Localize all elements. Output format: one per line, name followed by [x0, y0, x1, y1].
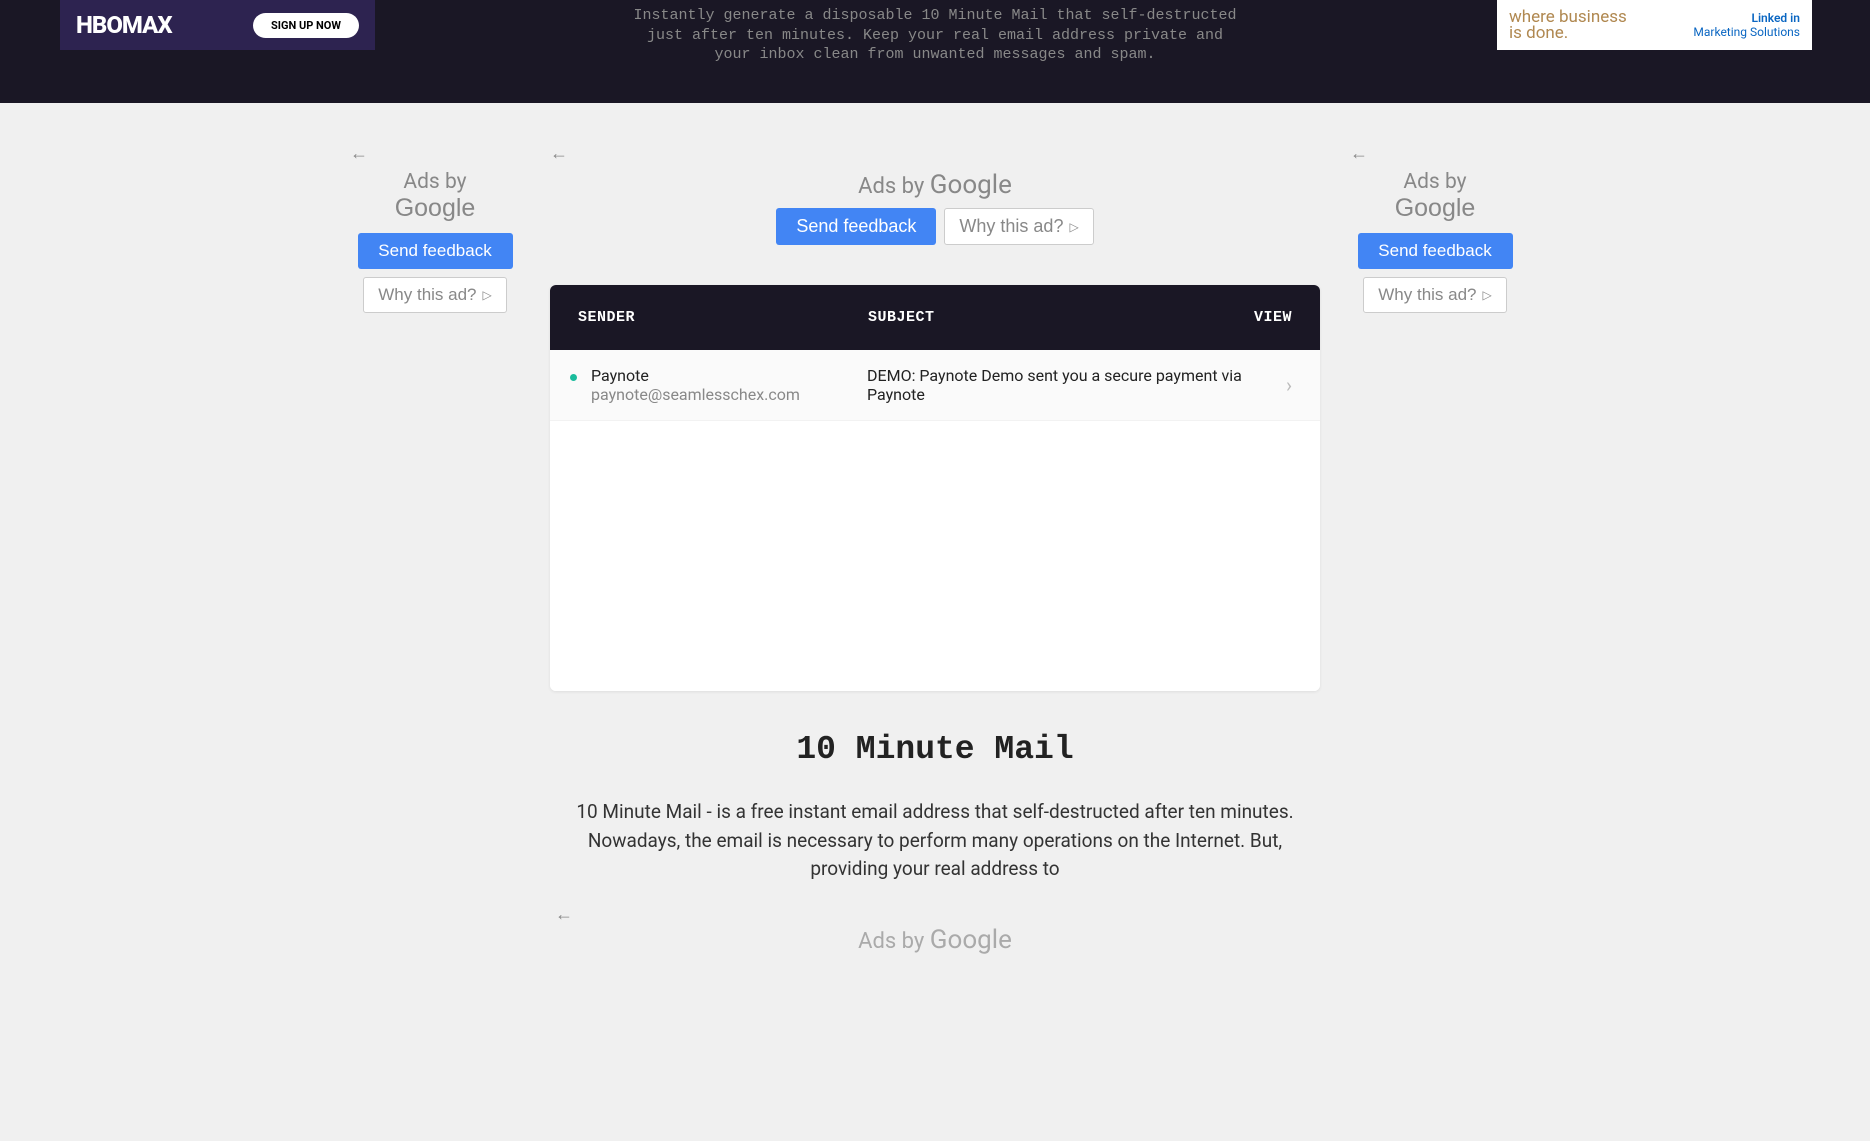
- center-column: ← Ads by Google Send feedback Why this a…: [550, 143, 1320, 955]
- why-this-ad-button[interactable]: Why this ad? ▷: [944, 208, 1093, 245]
- inbox-panel: SENDER SUBJECT VIEW Paynote paynote@seam…: [550, 285, 1320, 691]
- linkedin-ad[interactable]: where businessis done. Linked in Marketi…: [1497, 0, 1812, 50]
- linkedin-brand: Linked in Marketing Solutions: [1693, 11, 1800, 40]
- article-body: 10 Minute Mail - is a free instant email…: [575, 798, 1295, 884]
- right-ad-widget: ← Ads byGoogle Send feedback Why this ad…: [1350, 143, 1520, 955]
- ads-by-google-label: Ads byGoogle: [1350, 170, 1520, 223]
- article-title: 10 Minute Mail: [575, 731, 1295, 768]
- ads-by-google-label: Ads by Google: [550, 170, 1320, 200]
- site-description: Instantly generate a disposable 10 Minut…: [625, 6, 1245, 65]
- arrow-left-icon[interactable]: ←: [555, 904, 1315, 925]
- sender-email: paynote@seamlesschex.com: [591, 385, 867, 404]
- send-feedback-button[interactable]: Send feedback: [776, 208, 936, 245]
- article-section: 10 Minute Mail 10 Minute Mail - is a fre…: [555, 691, 1315, 884]
- ads-by-google-label: Ads by Google: [550, 925, 1320, 955]
- inbox-header: SENDER SUBJECT VIEW: [550, 285, 1320, 350]
- linkedin-tagline: where businessis done.: [1509, 9, 1627, 41]
- mail-row[interactable]: Paynote paynote@seamlesschex.com DEMO: P…: [550, 350, 1320, 421]
- play-icon: ▷: [1483, 288, 1492, 302]
- hbo-signup-button[interactable]: SIGN UP NOW: [253, 13, 359, 38]
- mail-sender: Paynote paynote@seamlesschex.com: [591, 366, 867, 404]
- chevron-right-icon: ›: [1286, 373, 1292, 397]
- left-ad-widget: ← Ads byGoogle Send feedback Why this ad…: [350, 143, 520, 955]
- hbo-max-ad[interactable]: HBOMAX SIGN UP NOW: [60, 0, 375, 50]
- why-this-ad-button[interactable]: Why this ad? ▷: [363, 277, 507, 313]
- header-bar: HBOMAX SIGN UP NOW Instantly generate a …: [0, 0, 1870, 103]
- center-ad-widget: ← Ads by Google Send feedback Why this a…: [550, 143, 1320, 245]
- why-this-ad-button[interactable]: Why this ad? ▷: [1363, 277, 1507, 313]
- mail-subject: DEMO: Paynote Demo sent you a secure pay…: [867, 366, 1286, 404]
- inbox-empty-area: [550, 421, 1320, 691]
- col-view: VIEW: [1232, 309, 1292, 326]
- bottom-ad-widget: ← Ads by Google: [550, 904, 1320, 955]
- col-subject: SUBJECT: [868, 309, 1232, 326]
- arrow-left-icon[interactable]: ←: [350, 143, 520, 164]
- ads-by-google-label: Ads byGoogle: [350, 170, 520, 223]
- arrow-left-icon[interactable]: ←: [550, 143, 1320, 164]
- play-icon: ▷: [1069, 220, 1078, 234]
- col-sender: SENDER: [578, 309, 868, 326]
- send-feedback-button[interactable]: Send feedback: [358, 233, 513, 269]
- main-area: ← Ads byGoogle Send feedback Why this ad…: [0, 103, 1870, 955]
- arrow-left-icon[interactable]: ←: [1350, 143, 1520, 164]
- sender-name: Paynote: [591, 366, 867, 385]
- hbo-logo: HBOMAX: [76, 11, 172, 39]
- unread-dot-icon: [570, 374, 577, 381]
- play-icon: ▷: [483, 288, 492, 302]
- send-feedback-button[interactable]: Send feedback: [1358, 233, 1513, 269]
